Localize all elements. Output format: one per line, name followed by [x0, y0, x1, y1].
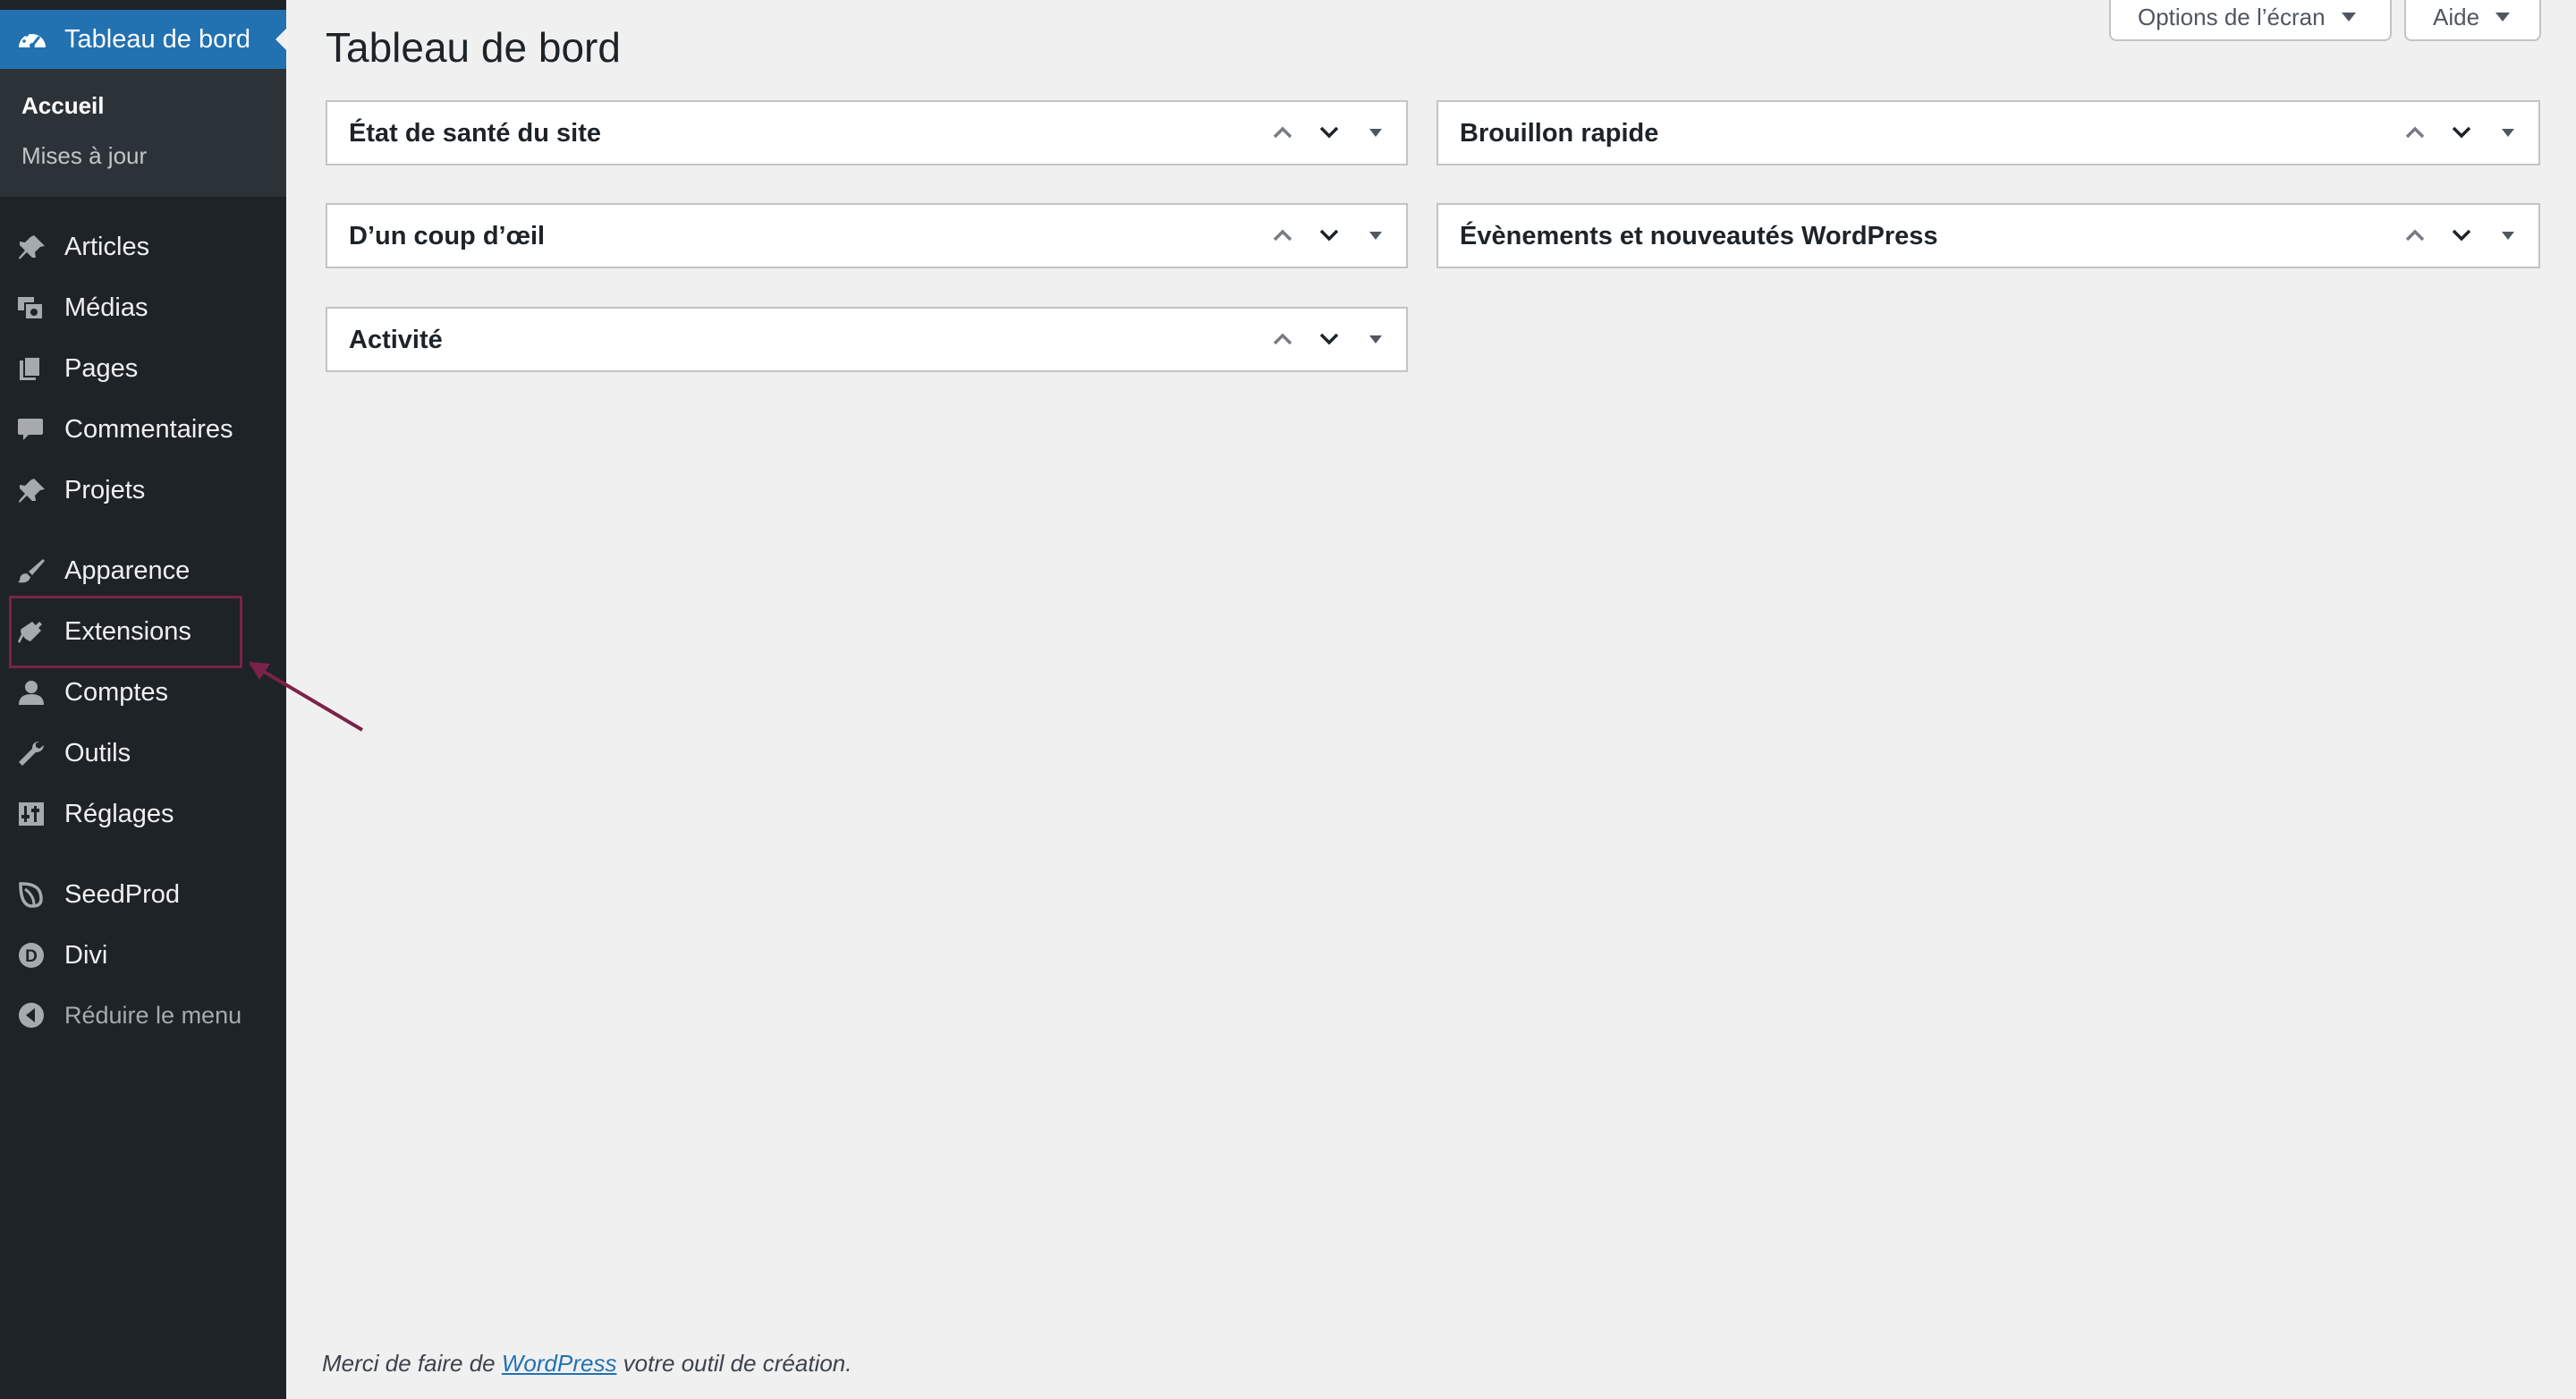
sidebar-item-medias[interactable]: Médias	[0, 279, 286, 336]
toggle-panel-icon[interactable]	[1358, 114, 1394, 150]
sidebar-item-projets[interactable]: Projets	[0, 462, 286, 519]
sidebar-item-pages[interactable]: Pages	[0, 340, 286, 397]
sidebar-item-label: Réglages	[64, 800, 174, 828]
sidebar-item-label: SeedProd	[64, 880, 180, 909]
toggle-panel-icon[interactable]	[2490, 114, 2526, 150]
widget-title: Brouillon rapide	[1460, 119, 1659, 148]
pin-icon	[19, 479, 45, 503]
help-button[interactable]: Aide	[2404, 0, 2541, 41]
toggle-panel-icon[interactable]	[2490, 217, 2526, 253]
submenu-item-accueil[interactable]: Accueil	[21, 92, 105, 120]
brush-icon	[18, 559, 45, 583]
move-down-icon[interactable]	[1311, 217, 1347, 253]
page-title: Tableau de bord	[326, 24, 621, 71]
move-down-icon[interactable]	[1311, 114, 1347, 150]
sidebar-item-label: Outils	[64, 739, 131, 767]
wrench-icon	[19, 742, 44, 766]
move-up-icon[interactable]	[2397, 114, 2433, 150]
move-down-icon[interactable]	[2444, 114, 2479, 150]
widget-quick-draft: Brouillon rapide	[1436, 100, 2540, 165]
screen-options-label: Options de l’écran	[2138, 3, 2326, 30]
submenu-item-mises-a-jour[interactable]: Mises à jour	[21, 142, 147, 170]
dashboard-icon	[19, 30, 46, 48]
pages-icon	[20, 356, 41, 380]
widget-events-news: Évènements et nouveautés WordPress	[1436, 203, 2540, 268]
collapse-menu-label: Réduire le menu	[64, 1002, 242, 1029]
svg-text:D: D	[25, 947, 38, 966]
sidebar-item-commentaires[interactable]: Commentaires	[0, 401, 286, 458]
collapse-icon	[19, 1003, 44, 1028]
sidebar-item-label: Divi	[64, 941, 108, 970]
help-label: Aide	[2433, 3, 2480, 30]
sidebar-item-label: Pages	[64, 354, 139, 383]
dashboard-submenu: Accueil Mises à jour	[0, 69, 286, 197]
sidebar-item-articles[interactable]: Articles	[0, 218, 286, 276]
widget-at-a-glance: D’un coup d’œil	[326, 203, 1408, 268]
sidebar-item-label: Articles	[64, 233, 150, 261]
annotation-arrow	[249, 662, 364, 732]
sidebar-item-label: Commentaires	[64, 415, 233, 444]
sidebar-item-seedprod[interactable]: SeedProd	[0, 866, 286, 923]
settings-icon	[19, 802, 44, 826]
sidebar-item-label: Comptes	[64, 678, 169, 707]
widget-site-health: État de santé du site	[326, 100, 1408, 165]
move-down-icon[interactable]	[1311, 321, 1347, 357]
pin-icon	[19, 235, 45, 259]
move-up-icon[interactable]	[2397, 217, 2433, 253]
screen-options-button[interactable]: Options de l’écran	[2109, 0, 2392, 41]
move-up-icon[interactable]	[1265, 321, 1301, 357]
wordpress-link[interactable]: WordPress	[502, 1350, 617, 1377]
sidebar-item-reglages[interactable]: Réglages	[0, 785, 286, 843]
toggle-panel-icon[interactable]	[1358, 321, 1394, 357]
widget-activity: Activité	[326, 307, 1408, 372]
sidebar-item-label: Médias	[64, 293, 148, 322]
sidebar-item-label: Projets	[64, 476, 146, 504]
sidebar-item-divi[interactable]: D Divi	[0, 927, 286, 984]
sidebar-item-dashboard-label: Tableau de bord	[64, 25, 250, 54]
sidebar-item-dashboard[interactable]: Tableau de bord	[0, 10, 286, 69]
widget-title: État de santé du site	[349, 119, 602, 148]
collapse-menu-button[interactable]: Réduire le menu	[0, 987, 286, 1044]
sidebar-item-apparence[interactable]: Apparence	[0, 542, 286, 599]
media-icon	[18, 297, 44, 320]
user-icon	[19, 681, 44, 705]
seedprod-icon	[19, 882, 43, 908]
current-menu-arrow	[275, 29, 286, 50]
move-up-icon[interactable]	[1265, 114, 1301, 150]
annotation-highlight-box	[9, 596, 242, 668]
sidebar-item-label: Apparence	[64, 556, 191, 585]
caret-down-icon	[2496, 13, 2511, 21]
widget-title: D’un coup d’œil	[349, 222, 546, 250]
move-down-icon[interactable]	[2444, 217, 2479, 253]
move-up-icon[interactable]	[1265, 217, 1301, 253]
caret-down-icon	[2341, 13, 2356, 21]
divi-icon: D	[19, 943, 44, 968]
widget-title: Activité	[349, 326, 443, 354]
widget-title: Évènements et nouveautés WordPress	[1460, 222, 1938, 250]
footer-text: Merci de faire de WordPress votre outil …	[322, 1350, 852, 1378]
footer-suffix: votre outil de création.	[616, 1350, 852, 1377]
comment-icon	[18, 419, 43, 440]
toggle-panel-icon[interactable]	[1358, 217, 1394, 253]
footer-prefix: Merci de faire de	[322, 1350, 502, 1377]
